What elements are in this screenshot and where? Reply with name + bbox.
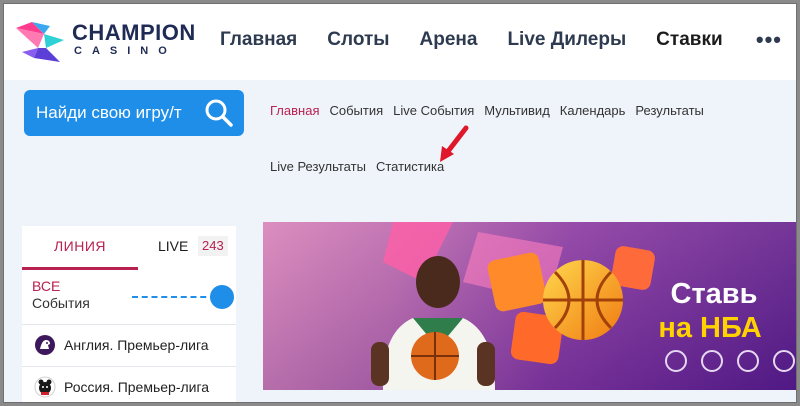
all-label: ВСЕ <box>32 278 61 294</box>
nav-item-bets[interactable]: Ставки <box>656 28 722 52</box>
period-slider-track[interactable] <box>132 296 216 298</box>
banner-dot[interactable] <box>665 350 687 372</box>
banner-title: Ставь <box>670 278 758 310</box>
events-label: События <box>32 295 90 311</box>
sports-submenu: Главная События Live События Мультивид К… <box>270 102 770 176</box>
premier-league-lion-icon <box>35 334 55 355</box>
period-slider-handle[interactable] <box>210 285 234 309</box>
nav-item-live-dealers[interactable]: Live Дилеры <box>507 28 626 52</box>
submenu-item-live-events[interactable]: Live События <box>393 102 474 120</box>
banner-dot[interactable] <box>737 350 759 372</box>
submenu-item-multiview[interactable]: Мультивид <box>484 102 550 120</box>
search-box[interactable] <box>24 90 244 136</box>
tab-line[interactable]: ЛИНИЯ <box>22 226 138 272</box>
submenu-item-live-results[interactable]: Live Результаты <box>270 158 366 176</box>
submenu-item-home[interactable]: Главная <box>270 102 319 120</box>
league-item-england[interactable]: Англия. Премьер-лига <box>22 324 236 364</box>
search-icon[interactable] <box>204 98 234 128</box>
browser-frame: CHAMPION CASINO Главная Слоты Арена Live… <box>3 3 797 403</box>
all-events-filter[interactable]: ВСЕ События <box>32 278 90 312</box>
banner-dot[interactable] <box>773 350 795 372</box>
league-name: Англия. Премьер-лига <box>64 336 209 353</box>
league-name: Россия. Премьер-лига <box>64 378 210 395</box>
search-input[interactable] <box>24 103 192 123</box>
promo-banner[interactable]: Ставь на НБА <box>263 222 796 390</box>
submenu-item-statistics[interactable]: Статистика <box>376 158 444 176</box>
sports-sidebar: ЛИНИЯ LIVE 243 ВСЕ События Англия. Премь… <box>22 226 236 402</box>
live-count-badge: 243 <box>198 236 228 256</box>
logo-title: CHAMPION <box>72 20 196 45</box>
banner-dot[interactable] <box>701 350 723 372</box>
banner-pagination <box>665 350 796 372</box>
tab-line-label: ЛИНИЯ <box>53 238 107 254</box>
logo-subtitle: CASINO <box>74 45 177 57</box>
main-nav: Главная Слоты Арена Live Дилеры Ставки <box>220 28 753 52</box>
tab-live[interactable]: LIVE <box>158 238 188 254</box>
russian-league-bear-icon <box>34 376 56 397</box>
logo[interactable]: CHAMPION CASINO <box>10 18 200 66</box>
submenu-item-calendar[interactable]: Календарь <box>560 102 626 120</box>
site-header: CHAMPION CASINO Главная Слоты Арена Live… <box>4 4 796 80</box>
sidebar-tabs: ЛИНИЯ LIVE 243 <box>22 226 236 272</box>
tab-active-underline <box>22 267 138 270</box>
nav-item-arena[interactable]: Арена <box>420 28 478 52</box>
more-dots-icon[interactable]: ••• <box>756 29 782 51</box>
annotation-arrow-icon <box>440 125 469 162</box>
nav-item-slots[interactable]: Слоты <box>327 28 389 52</box>
submenu-item-events[interactable]: События <box>329 102 383 120</box>
nav-item-home[interactable]: Главная <box>220 28 297 52</box>
banner-subtitle: на НБА <box>658 312 762 344</box>
logo-star-icon <box>16 22 64 62</box>
submenu-item-results[interactable]: Результаты <box>635 102 703 120</box>
league-item-russia[interactable]: Россия. Премьер-лига <box>22 366 236 402</box>
